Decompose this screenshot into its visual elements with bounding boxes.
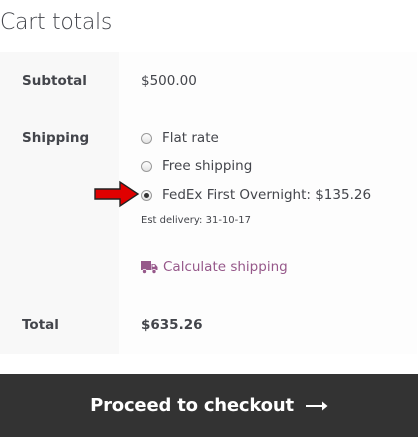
total-row: Total $635.26: [0, 298, 417, 354]
fedex-first-overnight-label: FedEx First Overnight: $135.26: [162, 187, 372, 203]
subtotal-value-cell: $500.00: [119, 52, 417, 111]
long-arrow-right-icon: [305, 401, 328, 410]
shipping-label: Shipping: [22, 130, 90, 146]
total-header-cell: Total: [0, 298, 119, 354]
flat-rate-label: Flat rate: [162, 130, 219, 146]
shipping-row: Shipping Flat rate Free shipping FedEx F…: [0, 111, 417, 298]
total-value: $635.26: [141, 317, 203, 333]
red-pointer-arrow-icon: [94, 180, 140, 208]
fedex-first-overnight-radio[interactable]: [141, 189, 152, 201]
est-delivery-text: Est delivery: 31-10-17: [141, 215, 251, 226]
proceed-to-checkout-label: Proceed to checkout: [90, 395, 294, 416]
subtotal-row: Subtotal $500.00: [0, 52, 417, 111]
shipping-option-flat-rate[interactable]: Flat rate: [141, 128, 219, 148]
subtotal-header-cell: Subtotal: [0, 52, 119, 111]
calculate-shipping-link[interactable]: Calculate shipping: [141, 259, 288, 275]
subtotal-label: Subtotal: [22, 73, 87, 89]
subtotal-value: $500.00: [141, 73, 197, 89]
free-shipping-label: Free shipping: [162, 158, 253, 174]
shipping-options-cell: Flat rate Free shipping FedEx First Over…: [119, 111, 417, 298]
cart-totals-table: Subtotal $500.00 Shipping Flat rate Free…: [0, 52, 417, 354]
free-shipping-radio[interactable]: [141, 160, 152, 172]
shipping-option-fedex-first-overnight[interactable]: FedEx First Overnight: $135.26: [141, 185, 371, 205]
shipping-option-free-shipping[interactable]: Free shipping: [141, 156, 252, 176]
total-label: Total: [22, 317, 59, 333]
calculate-shipping-label: Calculate shipping: [163, 259, 288, 275]
flat-rate-radio[interactable]: [141, 132, 152, 144]
page-title: Cart totals: [0, 10, 112, 35]
total-value-cell: $635.26: [119, 298, 417, 354]
truck-icon: [141, 260, 158, 274]
proceed-to-checkout-button[interactable]: Proceed to checkout: [0, 374, 418, 437]
